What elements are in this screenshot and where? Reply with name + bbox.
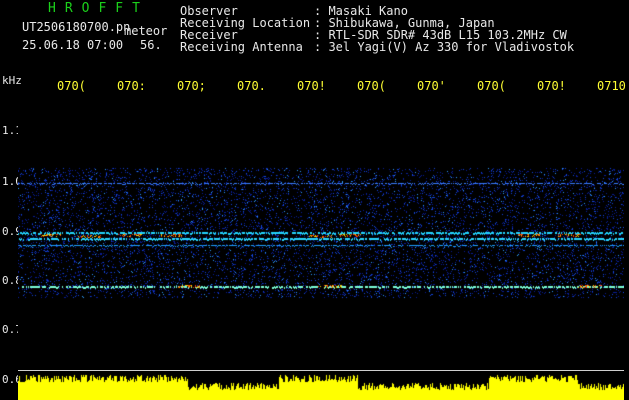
time-tick-7: 070' <box>417 79 446 93</box>
hrofft-logo: HROFFT <box>48 1 149 16</box>
info-value-antenna: : 3el Yagi(V) Az 330 for Vladivostok <box>314 40 575 54</box>
time-tick-10: 0710 <box>597 79 626 93</box>
count-label: 56. <box>140 38 162 52</box>
filename-suffix: meteor <box>124 24 168 38</box>
signal-strength-canvas <box>18 371 624 400</box>
time-tick-3: 070; <box>177 79 206 93</box>
datetime-label: 25.06.18 07:00 <box>22 38 124 52</box>
time-tick-5: 070! <box>297 79 326 93</box>
time-tick-6: 070( <box>357 79 386 93</box>
spectrogram-canvas <box>18 100 624 370</box>
time-tick-9: 070! <box>537 79 566 93</box>
info-label-antenna: Receiving Antenna <box>180 40 303 54</box>
filename-label: UT2506180700.pn <box>22 20 131 34</box>
time-tick-8: 070( <box>477 79 506 93</box>
time-tick-4: 070. <box>237 79 266 93</box>
time-tick-2: 070: <box>117 79 146 93</box>
time-tick-1: 070( <box>57 79 86 93</box>
freq-unit-label: kHz <box>2 74 22 87</box>
